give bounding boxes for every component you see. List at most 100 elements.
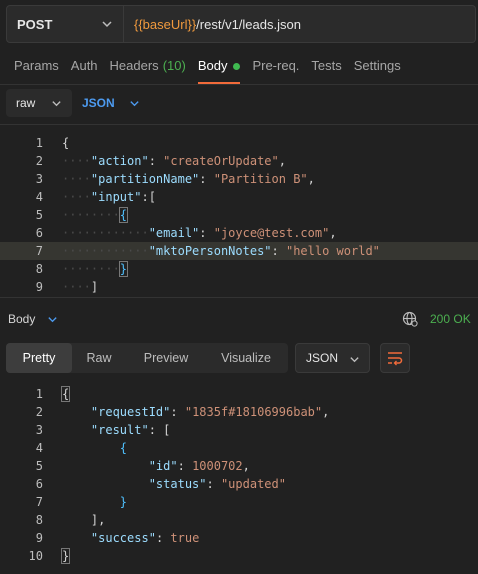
code-text: ····"action": "createOrUpdate", — [62, 154, 286, 168]
code-text: { — [62, 136, 70, 150]
url-variable: {{baseUrl}} — [134, 16, 197, 32]
line-number: 9 — [35, 280, 43, 294]
headers-count: (10) — [162, 58, 186, 73]
tab-auth[interactable]: Auth — [71, 58, 98, 84]
request-body-editor[interactable]: 1{2 ····"action": "createOrUpdate", 3 ····"… — [0, 134, 478, 296]
tab-tests[interactable]: Tests — [311, 58, 341, 84]
line-number: 4 — [35, 441, 43, 455]
view-tab-preview[interactable]: Preview — [126, 343, 206, 373]
code-line: 7 ············"mktoPersonNotes": "hello w… — [0, 242, 478, 260]
status-badge: 200 OK — [430, 312, 471, 326]
line-number: 1 — [35, 387, 43, 401]
line-number: 2 — [35, 405, 43, 419]
code-text: "id": 1000702, — [148, 459, 250, 473]
line-number: 5 — [35, 208, 43, 222]
code-line: 5 ········{ — [0, 206, 478, 224]
code-line: 5 "id": 1000702, — [0, 457, 478, 475]
method-label: POST — [17, 16, 53, 32]
code-text: { — [119, 441, 128, 455]
code-text: "success": true — [90, 531, 200, 545]
globe-icon[interactable] — [402, 311, 418, 327]
request-tabs: Params Auth Headers (10) Body Pre-req. Te… — [14, 58, 413, 84]
tab-headers[interactable]: Headers (10) — [110, 58, 186, 84]
tab-pre-request[interactable]: Pre-req. — [252, 58, 299, 84]
code-text: "requestId": "1835f#18106996bab", — [90, 405, 330, 419]
code-line: 9 ····] — [0, 278, 478, 296]
code-line: 6 "status": "updated" — [0, 475, 478, 493]
code-line: 7 } — [0, 493, 478, 511]
line-number: 10 — [28, 549, 43, 563]
url-path: /rest/v1/leads.json — [196, 16, 301, 32]
line-number: 8 — [35, 513, 43, 527]
code-text: ], — [90, 513, 106, 527]
code-line: 8 ········} — [0, 260, 478, 278]
code-line: 8 ], — [0, 511, 478, 529]
response-section-label: Body — [8, 312, 36, 326]
chevron-down-icon — [102, 21, 112, 28]
code-text: } — [119, 495, 128, 509]
response-format-select[interactable]: JSON — [295, 343, 370, 373]
code-line: 10} — [0, 547, 478, 565]
wrap-lines-button[interactable] — [380, 343, 410, 373]
line-number: 7 — [35, 495, 43, 509]
code-line: 4 { — [0, 439, 478, 457]
chevron-down-icon — [130, 100, 139, 106]
line-number: 5 — [35, 459, 43, 473]
code-line: 3 "result": [ — [0, 421, 478, 439]
view-tab-raw[interactable]: Raw — [72, 343, 126, 373]
code-text: ············"email": "joyce@test.com", — [62, 226, 337, 240]
tab-params[interactable]: Params — [14, 58, 59, 84]
method-select[interactable]: POST — [6, 5, 124, 43]
response-format-label: JSON — [306, 351, 339, 365]
code-text: ········{ — [62, 207, 129, 223]
code-line: 1{ — [0, 134, 478, 152]
code-line: 2 "requestId": "1835f#18106996bab", — [0, 403, 478, 421]
wrap-lines-icon — [388, 352, 403, 366]
body-toolbar-divider — [0, 124, 478, 125]
line-number: 4 — [35, 190, 43, 204]
code-line: 6 ············"email": "joyce@test.com", — [0, 224, 478, 242]
line-number: 2 — [35, 154, 43, 168]
code-text: } — [60, 548, 71, 564]
url-input[interactable]: {{baseUrl}}/rest/v1/leads.json — [124, 5, 476, 43]
line-number: 7 — [35, 244, 43, 258]
response-section-select[interactable]: Body — [8, 312, 58, 326]
view-tab-visualize[interactable]: Visualize — [206, 343, 286, 373]
pane-divider[interactable] — [0, 297, 478, 298]
line-number: 3 — [35, 172, 43, 186]
tabs-divider — [0, 84, 478, 85]
code-text: ············"mktoPersonNotes": "hello wo… — [62, 244, 380, 258]
view-tab-pretty[interactable]: Pretty — [6, 343, 72, 373]
body-format-label: JSON — [82, 96, 115, 110]
code-line: 3 ····"partitionName": "Partition B", — [0, 170, 478, 188]
line-number: 3 — [35, 423, 43, 437]
body-active-dot — [233, 63, 241, 70]
response-body-viewer[interactable]: 1{2 "requestId": "1835f#18106996bab", 3 "… — [0, 385, 478, 565]
tab-body[interactable]: Body — [197, 58, 241, 84]
request-url-bar: POST {{baseUrl}}/rest/v1/leads.json — [6, 5, 476, 43]
code-text: ····"partitionName": "Partition B", — [62, 172, 315, 186]
line-number: 1 — [35, 136, 43, 150]
body-mode-label: raw — [16, 96, 36, 110]
line-number: 9 — [35, 531, 43, 545]
body-mode-select[interactable]: raw — [6, 89, 72, 117]
code-text: ····"input":[ — [62, 190, 156, 204]
response-view-tabs: Pretty Raw Preview Visualize — [6, 343, 288, 373]
line-number: 6 — [35, 226, 43, 240]
chevron-down-icon — [48, 316, 58, 322]
line-number: 6 — [35, 477, 43, 491]
code-text: ····] — [62, 280, 99, 294]
code-line: 1{ — [0, 385, 478, 403]
code-text: "result": [ — [90, 423, 171, 437]
code-line: 4 ····"input":[ — [0, 188, 478, 206]
code-text: ········} — [62, 261, 129, 277]
chevron-down-icon — [350, 357, 359, 363]
code-line: 2 ····"action": "createOrUpdate", — [0, 152, 478, 170]
code-text: { — [60, 386, 71, 402]
code-text: "status": "updated" — [148, 477, 286, 491]
chevron-down-icon — [52, 101, 61, 107]
body-format-select[interactable]: JSON — [82, 89, 140, 117]
tab-settings[interactable]: Settings — [354, 58, 401, 84]
code-line: 9 "success": true — [0, 529, 478, 547]
line-number: 8 — [35, 262, 43, 276]
